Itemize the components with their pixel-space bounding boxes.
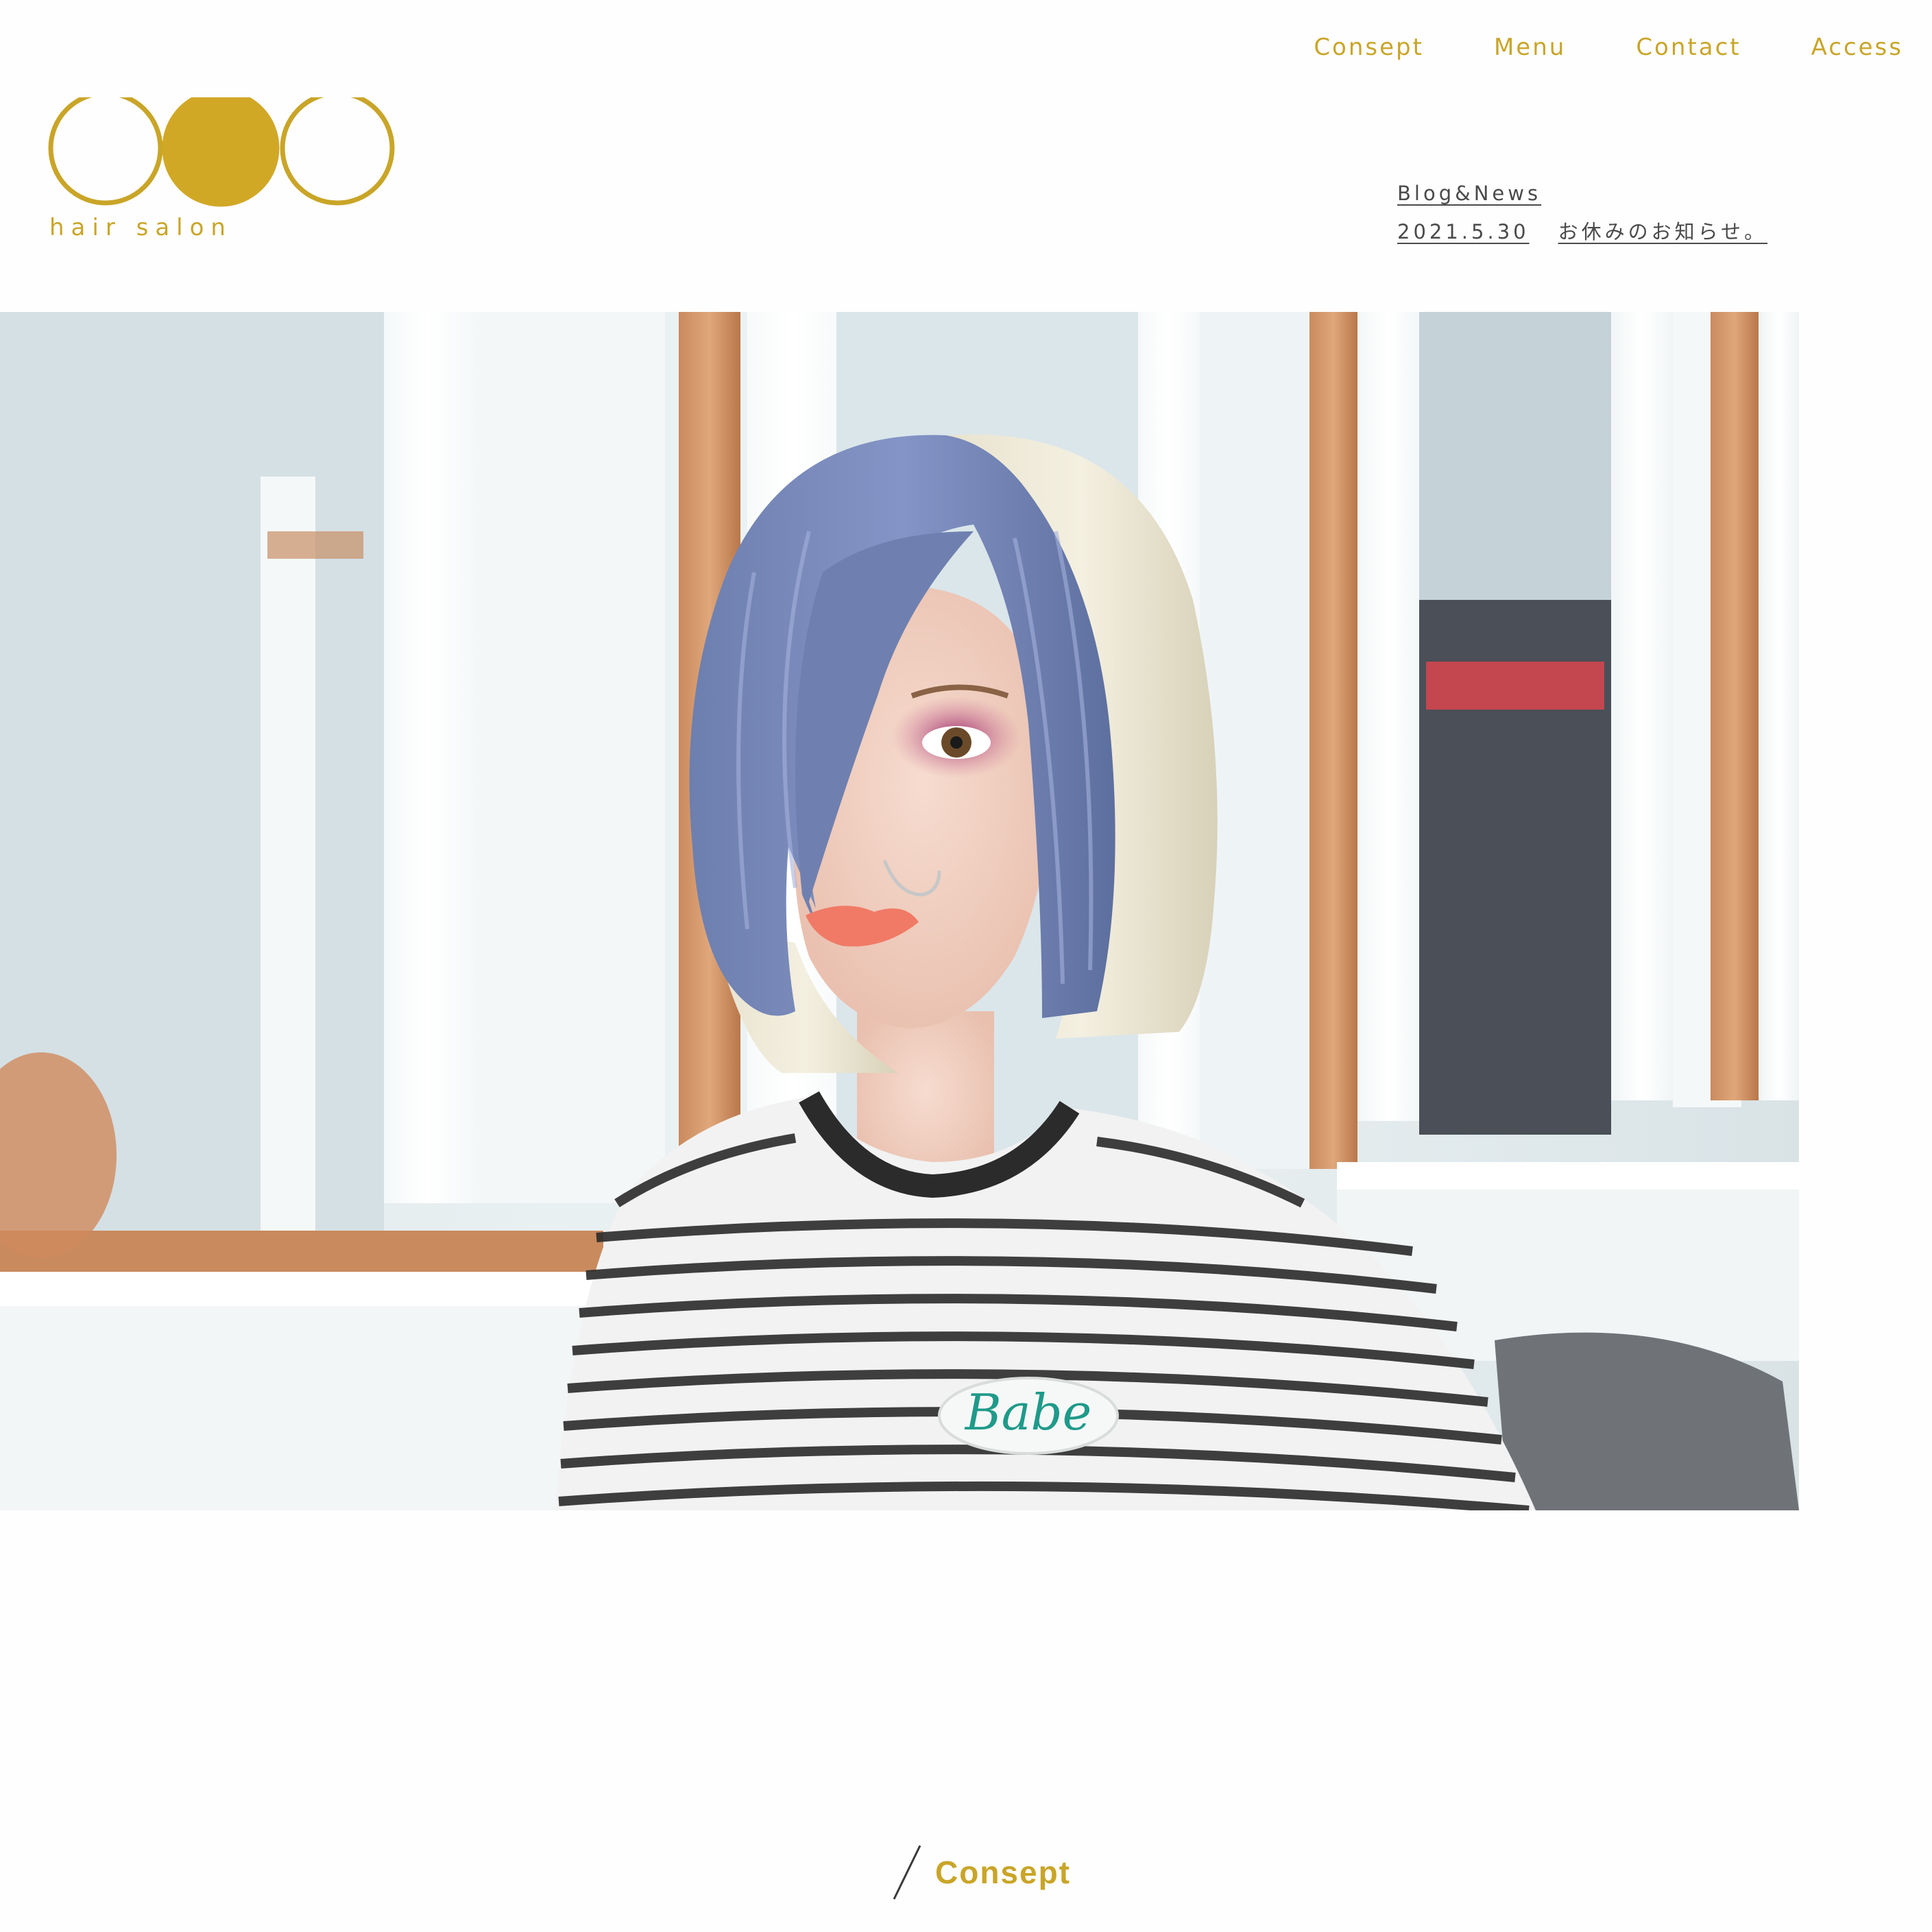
nav-item-contact[interactable]: Contact xyxy=(1636,30,1741,64)
global-nav: Consept Menu Contact Access xyxy=(1314,30,1903,64)
nav-item-menu[interactable]: Menu xyxy=(1494,30,1566,64)
news-panel: Blog&News 2021.5.30 お休みのお知らせ。 xyxy=(1397,180,1767,245)
section-heading: Consept xyxy=(891,1844,1071,1900)
shirt-patch-text: Babe xyxy=(964,1384,1092,1441)
hero-photo: Babe xyxy=(0,312,1799,1510)
section-title: Consept xyxy=(935,1855,1071,1890)
logo-circles-icon xyxy=(48,97,395,207)
page: Consept Menu Contact Access hair salon B… xyxy=(0,0,1932,1932)
nav-item-consept[interactable]: Consept xyxy=(1314,30,1424,64)
news-item-text: お休みのお知らせ。 xyxy=(1558,220,1768,243)
hero-image: Babe xyxy=(0,312,1799,1510)
logo-text: hair salon xyxy=(49,214,232,241)
news-title-link[interactable]: Blog&News xyxy=(1397,180,1541,207)
nav-item-access[interactable]: Access xyxy=(1811,30,1903,64)
news-item[interactable]: 2021.5.30 お休みのお知らせ。 xyxy=(1397,218,1767,245)
news-item-date: 2021.5.30 xyxy=(1397,220,1530,243)
slash-divider-icon xyxy=(893,1845,921,1900)
site-logo[interactable]: hair salon xyxy=(48,97,398,248)
